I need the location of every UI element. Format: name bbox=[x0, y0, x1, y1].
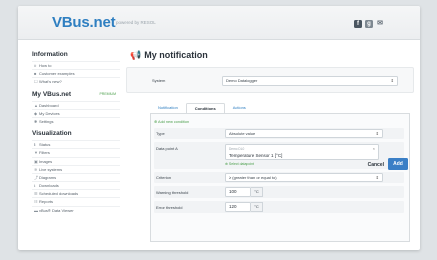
warning-input[interactable]: 100 bbox=[225, 187, 251, 197]
error-label: Error threshold bbox=[156, 205, 183, 210]
warning-unit: °C bbox=[251, 187, 263, 197]
mail-icon[interactable]: ✉ bbox=[376, 20, 384, 28]
sidebar: Information # How to ■ Customer examples ☐… bbox=[32, 46, 120, 250]
system-bar: System Demo Datalogger ⇕ bbox=[126, 67, 414, 93]
system-label: System bbox=[152, 78, 166, 83]
sidebar-item-downloads[interactable]: ⭳ Downloads bbox=[32, 181, 120, 189]
add-condition-link[interactable]: ⊕ Add new condition bbox=[154, 119, 189, 124]
sidebar-item-scheduled-downloads[interactable]: ☰Scheduled downloads bbox=[32, 189, 120, 197]
error-row: Error threshold 120 °C bbox=[154, 201, 404, 213]
sidebar-item-data-viewer[interactable]: ▬vBus® Data Viewer bbox=[32, 205, 120, 214]
google-plus-icon[interactable]: g bbox=[365, 20, 373, 28]
sidebar-item-images[interactable]: ▣Images bbox=[32, 156, 120, 165]
type-row: Type Absolute value ⇕ bbox=[154, 128, 404, 139]
sidebar-item-dashboard[interactable]: ▲Dashboard bbox=[32, 100, 120, 109]
warning-label: Warning threshold bbox=[156, 190, 189, 195]
criterion-row: Criterion ≥ (greater than or equal to) ⇕ bbox=[154, 172, 404, 183]
select-datapoint-link[interactable]: ⊕ Select datapoint bbox=[225, 162, 254, 166]
type-label: Type bbox=[156, 131, 165, 136]
sidebar-item-status[interactable]: ℹ Status bbox=[32, 140, 120, 148]
sidebar-heading-information: Information bbox=[32, 51, 68, 58]
social-icons: f g ✉ bbox=[354, 20, 384, 28]
conditions-panel: ⊕ Add new condition Type Absolute value ⇕… bbox=[150, 113, 410, 242]
add-button[interactable]: Add bbox=[388, 158, 408, 170]
sidebar-item-diagrams[interactable]: ⤴Diagrams bbox=[32, 172, 120, 181]
select-arrows-icon: ⇕ bbox=[375, 175, 379, 180]
criterion-select[interactable]: ≥ (greater than or equal to) ⇕ bbox=[225, 173, 383, 182]
sidebar-item-customer-examples[interactable]: ■ Customer examples bbox=[32, 69, 120, 77]
sidebar-item-whats-new[interactable]: ☐What's new? bbox=[32, 77, 120, 85]
premium-badge: PREMIUM bbox=[99, 91, 116, 96]
cancel-button[interactable]: Cancel bbox=[368, 162, 384, 168]
facebook-icon[interactable]: f bbox=[354, 20, 362, 28]
error-unit: °C bbox=[251, 202, 263, 212]
sidebar-item-reports[interactable]: ☷Reports bbox=[32, 197, 120, 205]
datapoint-value: Temperature Sensor 1 [°C] bbox=[229, 153, 283, 158]
datapoint-field[interactable]: Demo DL0 Temperature Sensor 1 [°C] × bbox=[225, 144, 379, 160]
logo-subtitle: powered by RESOL bbox=[116, 20, 156, 25]
sidebar-heading-visualization: Visualization bbox=[32, 130, 72, 138]
error-input[interactable]: 120 bbox=[225, 202, 251, 212]
sidebar-item-settings[interactable]: ✱ Settings bbox=[32, 116, 120, 125]
system-select[interactable]: Demo Datalogger ⇕ bbox=[222, 76, 398, 86]
tab-conditions[interactable]: Conditions bbox=[185, 103, 225, 113]
header-bar: VBus.net powered by RESOL f g ✉ bbox=[18, 6, 420, 40]
criterion-label: Criterion bbox=[156, 175, 172, 180]
datapoint-row: Data point A Demo DL0 Temperature Sensor… bbox=[154, 142, 404, 169]
sidebar-item-my-devices[interactable]: ◆ My Devices bbox=[32, 108, 120, 117]
page-title: 📢 My notification bbox=[130, 50, 208, 60]
sidebar-item-filters[interactable]: ▼Filters bbox=[32, 148, 120, 156]
megaphone-icon: 📢 bbox=[130, 50, 142, 60]
main-content: 📢 My notification System Demo Datalogger ⇕… bbox=[126, 40, 414, 250]
sidebar-item-how-to[interactable]: # How to bbox=[32, 61, 120, 69]
tab-actions[interactable]: Actions bbox=[225, 103, 254, 113]
tab-notification[interactable]: Notification bbox=[150, 103, 186, 113]
sidebar-item-live-systems[interactable]: ≋ Live systems bbox=[32, 164, 120, 173]
select-arrows-icon: ⇕ bbox=[390, 78, 394, 83]
clear-icon[interactable]: × bbox=[373, 146, 375, 151]
select-arrows-icon: ⇕ bbox=[375, 131, 379, 136]
warning-row: Warning threshold 100 °C bbox=[154, 186, 404, 198]
datapoint-device: Demo DL0 bbox=[229, 147, 245, 151]
app-window: VBus.net powered by RESOL f g ✉ Informat… bbox=[18, 6, 420, 250]
sidebar-heading-my-vbus: My VBus.net PREMIUM bbox=[32, 90, 116, 98]
tab-bar: Notification Conditions Actions bbox=[150, 103, 254, 113]
type-select[interactable]: Absolute value ⇕ bbox=[225, 129, 383, 138]
logo[interactable]: VBus.net bbox=[52, 14, 116, 31]
datapoint-label: Data point A bbox=[156, 146, 178, 151]
